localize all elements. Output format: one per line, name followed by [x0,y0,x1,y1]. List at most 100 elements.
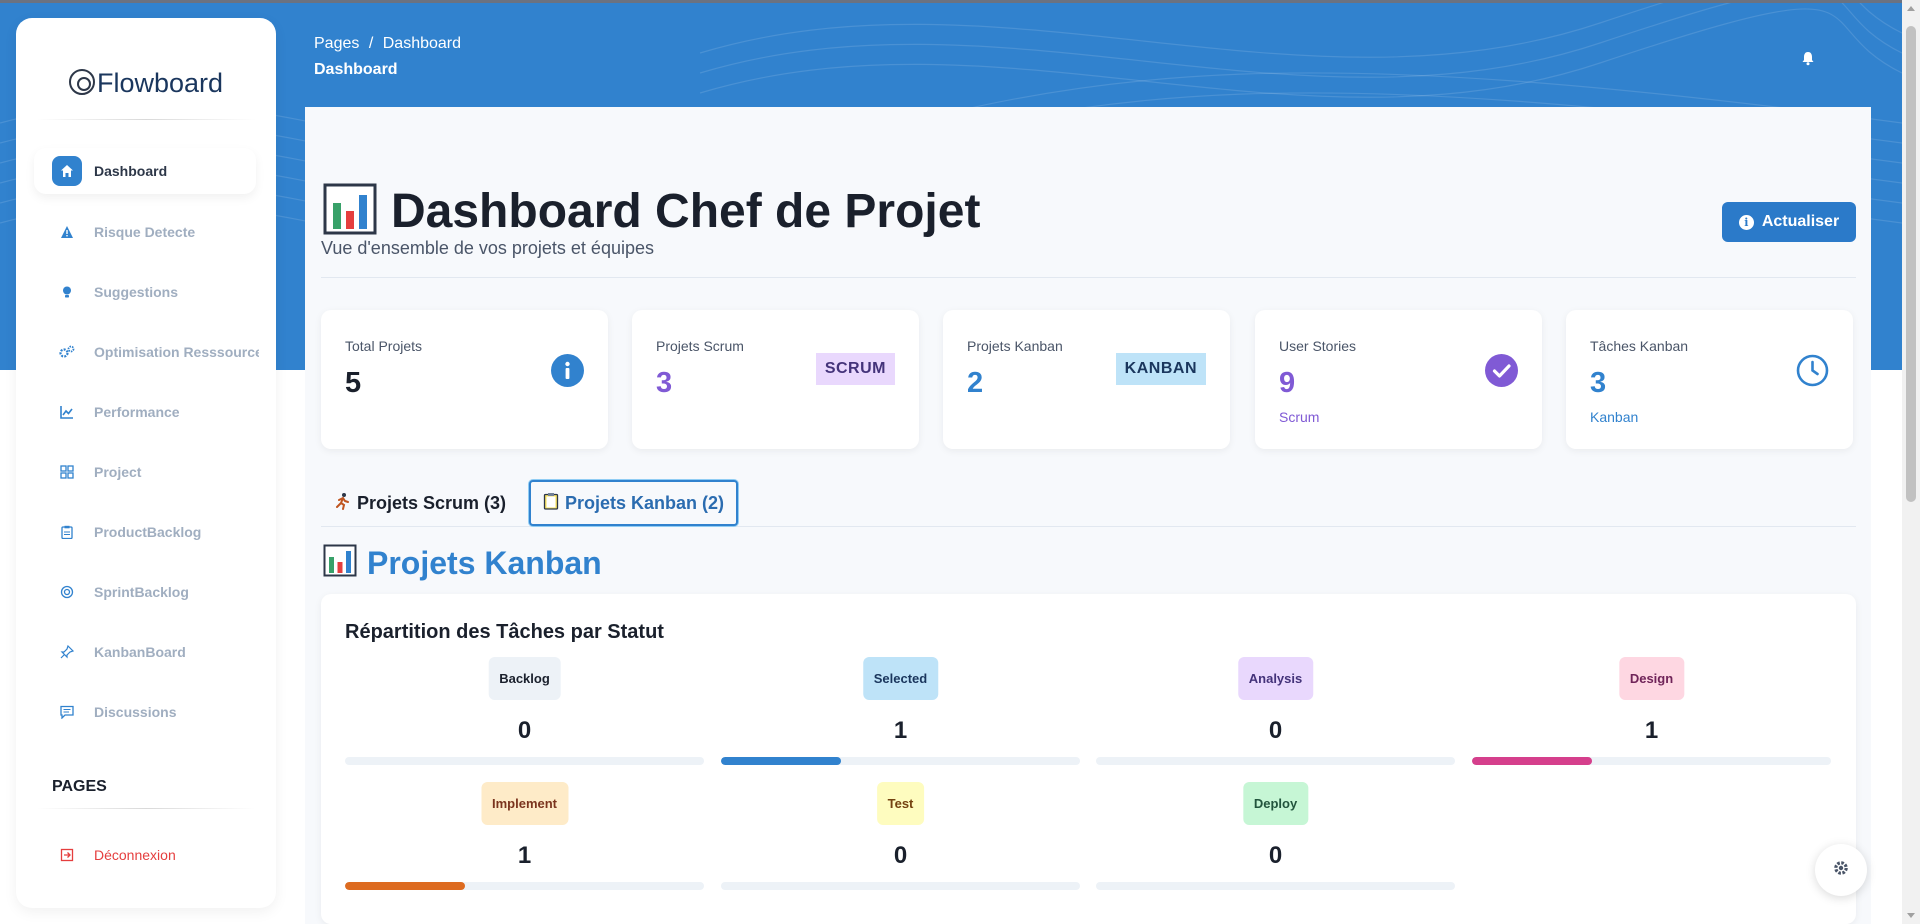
sidebar-item-label: Project [94,464,142,480]
settings-button[interactable] [1815,844,1867,896]
lightbulb-icon [52,277,82,307]
stat-label: Total Projets [345,338,423,354]
clipboard-icon [52,517,82,547]
sidebar-item-dashboard[interactable]: Dashboard [34,148,256,194]
stat-card-projets-kanban: Projets Kanban 2 KANBAN [943,310,1230,449]
clock-icon [1796,354,1829,387]
header-page-title: Dashboard [314,61,398,78]
scrollbar-thumb[interactable] [1906,26,1916,502]
sidebar-item-suggestions[interactable]: Suggestions [34,269,274,315]
status-progress-track [345,757,704,765]
sidebar-item-kanbanboard[interactable]: KanbanBoard [34,629,274,675]
sidebar-item-label: Optimisation Resssources [94,344,259,360]
stat-value: 3 [656,367,673,399]
stat-label: User Stories [1279,338,1357,354]
breadcrumb-root[interactable]: Pages [314,35,359,52]
status-column-deploy: Deploy 0 [1096,782,1455,902]
sidebar-item-sprintbacklog[interactable]: SprintBacklog [34,569,274,615]
page-subtitle: Vue d'ensemble de vos projets et équipes [321,238,654,258]
status-count: 1 [893,717,908,744]
scroll-down-arrow[interactable] [1907,913,1915,918]
bar-chart-emoji-icon [323,183,377,240]
stat-sublabel: Kanban [1590,409,1639,425]
status-progress-fill [1472,757,1592,765]
section-title: Projets Kanban [367,544,602,581]
target-icon [52,577,82,607]
status-count: 0 [1268,842,1283,869]
status-column-implement: Implement 1 [345,782,704,902]
status-progress-track [345,882,704,890]
sidebar-item-label: SprintBacklog [94,584,189,600]
heading-divider [321,277,1856,278]
main-content: Dashboard Chef de Projet Vue d'ensemble … [305,107,1871,924]
stat-value: 2 [967,367,984,399]
status-progress-track [1096,757,1455,765]
stat-card-total-projets: Total Projets 5 [321,310,608,449]
stat-label: Projets Kanban [967,338,1063,354]
status-progress-track [721,882,1080,890]
scrum-badge: SCRUM [815,353,895,385]
status-column-analysis: Analysis 0 [1096,657,1455,777]
brand[interactable]: Flowboard [16,68,276,99]
card-title: Répartition des Tâches par Statut [345,621,664,643]
status-column-design: Design 1 [1472,657,1831,777]
clipboard-icon [543,492,559,515]
grid-icon [52,457,82,487]
sidebar-item-optimisation-ressources[interactable]: Optimisation Resssources [34,329,274,375]
sidebar-item-label: Risque Detecte [94,224,196,240]
sidebar-item-discussions[interactable]: Discussions [34,689,274,735]
status-column-backlog: Backlog 0 [345,657,704,777]
runner-icon [333,492,351,515]
sidebar-item-label: ProductBacklog [94,524,202,540]
sidebar-item-risque-detecte[interactable]: Risque Detecte [34,209,274,255]
sidebar-item-performance[interactable]: Performance [34,389,274,435]
status-progress-fill [345,882,465,890]
home-icon [52,156,82,186]
status-progress-track [1472,757,1831,765]
sidebar-divider [36,808,256,809]
sidebar-item-label: Dashboard [94,163,168,179]
stat-value: 9 [1279,367,1296,399]
breadcrumb: Pages / Dashboard [314,35,461,53]
section-heading: Projets Kanban [323,544,602,582]
tab-label: Projets Kanban (2) [565,492,725,513]
tab-projets-kanban[interactable]: Projets Kanban (2) [529,480,739,526]
status-progress-track [721,757,1080,765]
page-heading: Dashboard Chef de Projet [323,183,980,240]
status-count: 0 [1268,717,1283,744]
stat-card-projets-scrum: Projets Scrum 3 SCRUM [632,310,919,449]
stat-card-taches-kanban: Tâches Kanban 3 Kanban [1566,310,1853,449]
kanban-badge: KANBAN [1115,353,1206,385]
info-circle-icon [551,354,584,387]
message-icon [52,697,82,727]
sidebar-item-label: Suggestions [94,284,179,300]
status-progress-track [1096,882,1455,890]
check-circle-icon [1485,354,1518,387]
refresh-button[interactable]: i Actualiser [1722,202,1856,242]
page-title: Dashboard Chef de Projet [391,185,981,238]
warning-icon [52,217,82,247]
logout-button[interactable]: Déconnexion [34,832,274,878]
status-badge: Analysis [1237,657,1314,700]
pages-section-label: PAGES [52,778,107,795]
bell-icon[interactable] [1800,50,1816,66]
vertical-scrollbar[interactable] [1902,0,1920,924]
sidebar-item-productbacklog[interactable]: ProductBacklog [34,509,274,555]
sidebar-item-project[interactable]: Project [34,449,274,495]
brand-name: Flowboard [96,68,224,98]
status-badge: Deploy [1242,782,1309,825]
tab-projets-scrum[interactable]: Projets Scrum (3) [321,480,518,527]
logout-icon [52,840,82,870]
sidebar-item-label: Performance [94,404,180,420]
scroll-up-arrow[interactable] [1907,6,1915,11]
status-count: 0 [517,717,532,744]
bar-chart-emoji-icon [323,544,357,582]
breadcrumb-current: Dashboard [382,35,462,52]
status-badge: Implement [480,782,569,825]
status-count: 1 [1644,717,1659,744]
status-badge: Test [876,782,925,825]
stat-card-user-stories: User Stories 9 Scrum [1255,310,1542,449]
status-badge: Backlog [488,657,561,700]
cogs-icon [52,337,82,367]
breadcrumb-separator: / [368,35,374,52]
